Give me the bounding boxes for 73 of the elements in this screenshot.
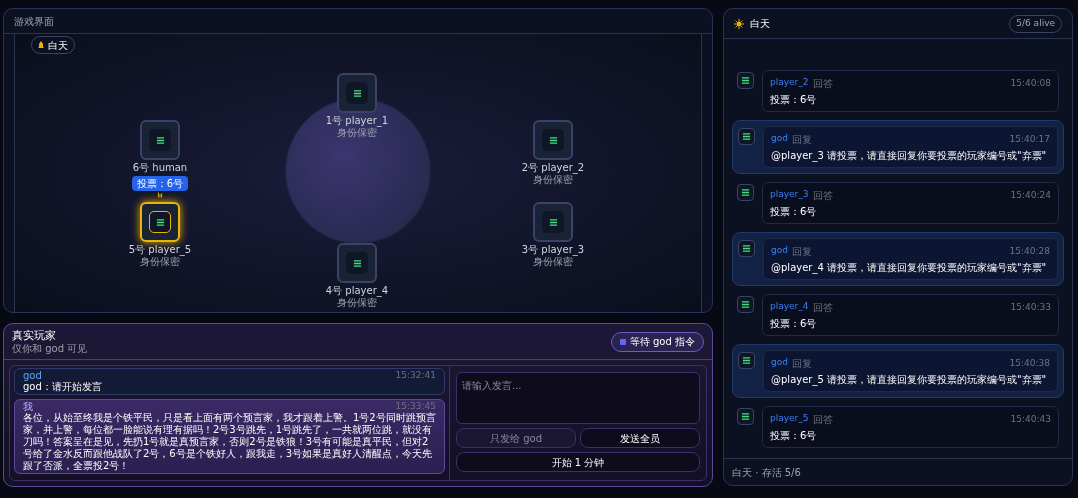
log-time: 15:40:17 — [1009, 132, 1050, 146]
message-time: 15:32:41 — [395, 370, 436, 381]
player-name: 2号 player_2 — [521, 162, 585, 174]
log-time: 15:40:38 — [1009, 356, 1050, 370]
bars-icon — [548, 135, 558, 145]
log-action: 回复 — [791, 357, 812, 371]
bars-icon — [352, 88, 362, 98]
player-name: 1号 player_1 — [325, 115, 389, 127]
log-action: 回答 — [812, 301, 833, 315]
send-to-god-button[interactable]: 只发给 god — [456, 428, 576, 448]
log-time: 15:40:24 — [1010, 188, 1051, 202]
message-text: god：请开始发言 — [23, 381, 103, 393]
bars-icon — [741, 188, 750, 197]
log-sender: player_5 — [770, 412, 809, 425]
panel-title: 真实玩家 — [12, 328, 57, 342]
sun-icon — [734, 18, 744, 29]
bars-icon — [741, 76, 750, 85]
log-text: @player_5 请投票，请直接回复你要投票的玩家编号或"弃票" — [771, 373, 1048, 386]
panel-title: 白天 — [750, 17, 770, 31]
player-name: 6号 human — [132, 162, 188, 174]
log-time: 15:40:28 — [1009, 244, 1050, 258]
log-action: 回答 — [812, 189, 833, 203]
log-sender: player_2 — [770, 76, 809, 89]
bars-icon — [742, 244, 751, 253]
log-sender: god — [771, 132, 788, 145]
bars-icon — [352, 258, 362, 268]
speaker-bars-icon — [156, 191, 164, 199]
log-time: 15:40:43 — [1010, 412, 1051, 426]
log-action: 回答 — [812, 413, 833, 427]
bars-icon — [155, 135, 165, 145]
log-text: @player_3 请投票，请直接回复你要投票的玩家编号或"弃票" — [771, 149, 1048, 162]
send-all-button[interactable]: 发送全员 — [580, 428, 700, 448]
log-text: 投票：6号 — [770, 317, 818, 330]
message-sender: 我 — [23, 401, 33, 412]
log-action: 回答 — [812, 77, 833, 91]
bars-icon — [155, 217, 165, 227]
log-sender: god — [771, 356, 788, 369]
log-action: 回复 — [791, 133, 812, 147]
start-button[interactable]: 开始 1 分钟 — [456, 452, 700, 472]
panel-title: 游戏界面 — [14, 14, 54, 29]
player-status: 身份保密 — [337, 127, 377, 139]
player-status: 身份保密 — [533, 256, 573, 268]
player-status: 身份保密 — [337, 297, 377, 309]
player-name: 4号 player_4 — [325, 285, 389, 297]
phase-badge: 白天 — [31, 36, 75, 54]
message-sender: god — [23, 370, 42, 381]
message-input[interactable]: 请输入发言... — [456, 372, 700, 424]
vote-bubble: 投票：6号 — [131, 176, 189, 191]
message-time: 15:33:45 — [395, 401, 436, 412]
log-sender: player_4 — [770, 300, 809, 313]
log-text: @player_4 请投票，请直接回复你要投票的玩家编号或"弃票" — [771, 261, 1048, 274]
log-text: 投票：6号 — [770, 429, 818, 442]
log-text: 投票：6号 — [770, 205, 818, 218]
log-sender: god — [771, 244, 788, 257]
player-status: 身份保密 — [140, 256, 180, 268]
log-sender: player_3 — [770, 188, 809, 201]
status-badge: 等待 god 指令 — [610, 331, 704, 352]
player-status: 身份保密 — [533, 174, 573, 186]
log-time: 15:40:33 — [1010, 300, 1051, 314]
bars-icon — [741, 412, 750, 421]
log-time: 15:40:08 — [1010, 76, 1051, 90]
player-name: 3号 player_3 — [521, 244, 585, 256]
bars-icon — [741, 300, 750, 309]
player-name: 5号 player_5 — [128, 244, 192, 256]
log-text: 投票：6号 — [770, 93, 818, 106]
message-text: 各位，从始至终我是个铁平民，只是看上面有两个预言家，我才跟着上警。1号2号同时跳预言家，并上警，每位都一脸能说有理有据吗！2号3号跳先，1号跳先了，一共就两位跳，就没有刀吗！答案呈在是见，先扔1号就是真预言家，否则2号是铁狼！3号有可能是真平民，但对2号给了金水反而跟他战队了2号，6号是个铁好人，跟我走，3号如果是真好人清醒点，今天先跟了否派，全票投2号！ — [23, 412, 436, 472]
status-text: 白天 · 存活 5/6 — [732, 465, 801, 480]
bars-icon — [742, 356, 751, 365]
log-action: 回复 — [791, 245, 812, 259]
bars-icon — [742, 132, 751, 141]
panel-subtitle: 仅你和 god 可见 — [12, 341, 88, 355]
bell-icon — [38, 41, 44, 49]
bars-icon — [548, 217, 558, 227]
